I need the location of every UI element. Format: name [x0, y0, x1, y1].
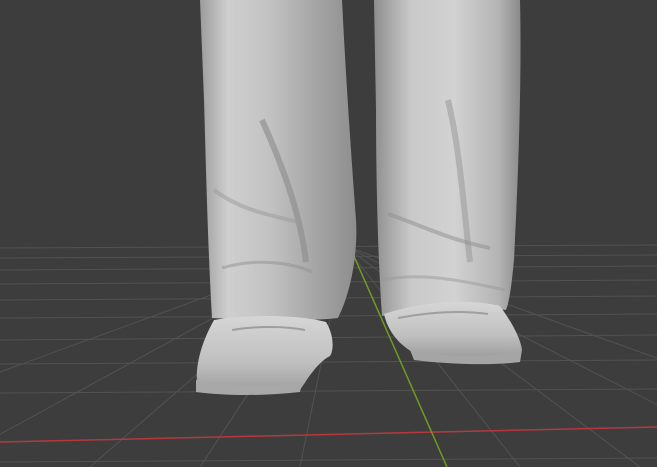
right-shoe: [384, 301, 522, 365]
x-axis-line: [0, 426, 657, 443]
3d-viewport[interactable]: [0, 0, 657, 467]
left-trouser-leg: [200, 0, 357, 321]
left-shoe: [196, 316, 333, 395]
viewport-scene[interactable]: [0, 0, 657, 467]
right-trouser-leg: [374, 0, 521, 316]
